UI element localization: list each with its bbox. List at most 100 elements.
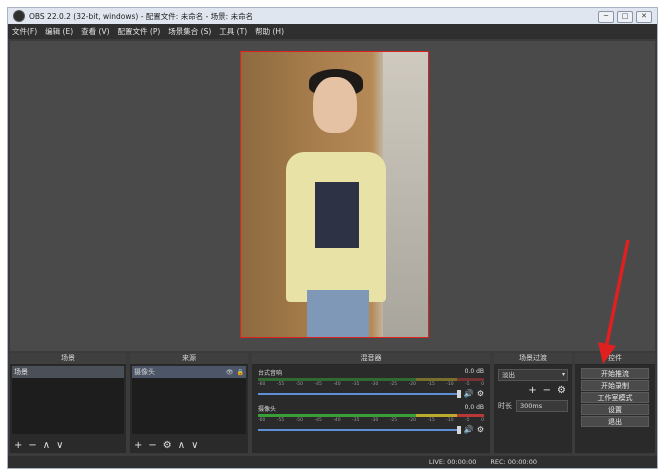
- source-item-label: 摄像头: [134, 368, 155, 376]
- docks-panel: 场景 场景 + − ∧ ∨ 来源 摄像头 👁 🔒 + − ⚙ ∧ ∨ 混音器 台…: [10, 353, 655, 453]
- add-scene-icon[interactable]: +: [14, 440, 22, 451]
- tick-label: -20: [408, 418, 416, 423]
- menu-tools[interactable]: 工具 (T): [219, 26, 247, 37]
- track-db: 0.0 dB: [464, 404, 484, 411]
- eye-icon[interactable]: 👁: [226, 369, 234, 376]
- menu-profile[interactable]: 配置文件 (P): [118, 26, 161, 37]
- tick-label: 0: [481, 382, 484, 387]
- slider-handle[interactable]: [456, 425, 461, 434]
- scenes-list[interactable]: 场景: [12, 366, 124, 434]
- tick-label: -30: [370, 382, 379, 387]
- volume-slider[interactable]: [258, 389, 461, 398]
- sources-header: 来源: [130, 353, 248, 365]
- tick-label: -25: [389, 382, 398, 387]
- maximize-button[interactable]: □: [617, 11, 633, 23]
- live-status: LIVE: 00:00:00: [428, 458, 477, 466]
- source-item[interactable]: 摄像头 👁 🔒: [132, 366, 246, 378]
- rec-status: REC: 00:00:00: [490, 458, 537, 466]
- tick-label: -40: [333, 418, 341, 423]
- arrow-head: [598, 342, 616, 364]
- move-down-icon[interactable]: ∨: [56, 440, 63, 451]
- duration-label: 时长: [498, 402, 512, 410]
- tick-label: -5: [465, 418, 470, 423]
- move-up-icon[interactable]: ∧: [178, 440, 185, 451]
- gear-icon[interactable]: ⚙: [557, 385, 566, 396]
- controls-dock: 控件 开始推流 开始录制 工作室模式 设置 退出: [575, 353, 655, 453]
- studio-mode-button[interactable]: 工作室模式: [581, 392, 649, 403]
- shirt-print: [315, 182, 359, 248]
- start-streaming-button[interactable]: 开始推流: [581, 368, 649, 379]
- tick-label: -10: [446, 418, 454, 423]
- menu-scene-collection[interactable]: 场景集合 (S): [168, 26, 211, 37]
- tick-label: -50: [295, 418, 304, 423]
- gear-icon[interactable]: ⚙: [477, 425, 484, 434]
- scene-item[interactable]: 场景: [12, 366, 124, 378]
- obs-logo-icon: [13, 10, 25, 22]
- menu-edit[interactable]: 编辑 (E): [45, 26, 73, 37]
- add-transition-icon[interactable]: +: [528, 385, 536, 396]
- tick-label: -40: [333, 382, 341, 387]
- slider-handle[interactable]: [456, 389, 461, 398]
- remove-source-icon[interactable]: −: [148, 440, 156, 451]
- tick-label: -5: [465, 382, 470, 387]
- speaker-icon[interactable]: 🔊: [464, 389, 474, 398]
- close-button[interactable]: ✕: [636, 11, 652, 23]
- add-source-icon[interactable]: +: [134, 440, 142, 451]
- scenes-dock: 场景 场景 + − ∧ ∨: [10, 353, 126, 453]
- preview-area[interactable]: [10, 41, 655, 351]
- person-head: [313, 77, 357, 133]
- mixer-dock: 混音器 台式音响 0.0 dB -60 -55 -50 -45 -40 -35: [252, 353, 490, 453]
- transitions-dock: 场景过渡 淡出 ▾ + − ⚙ 时长 300ms: [494, 353, 572, 453]
- tick-label: -50: [295, 382, 304, 387]
- scenes-toolbar: + − ∧ ∨: [14, 440, 63, 451]
- sources-dock: 来源 摄像头 👁 🔒 + − ⚙ ∧ ∨: [130, 353, 248, 453]
- arrow-shaft: [604, 239, 630, 349]
- status-bar: LIVE: 00:00:00 REC: 00:00:00: [8, 456, 657, 468]
- window-title: OBS 22.0.2 (32-bit, windows) - 配置文件: 未命名…: [29, 11, 254, 21]
- transition-select[interactable]: 淡出 ▾: [498, 369, 568, 381]
- mixer-tracks: 台式音响 0.0 dB -60 -55 -50 -45 -40 -35 -30 …: [254, 366, 488, 440]
- tick-label: -60: [258, 382, 266, 387]
- transition-selected-value: 淡出: [502, 371, 515, 379]
- tick-label: -15: [427, 418, 435, 423]
- mixer-track: 摄像头 0.0 dB -60 -55 -50 -45 -40 -35 -30 -…: [258, 404, 484, 434]
- minimize-button[interactable]: ─: [598, 11, 614, 23]
- tick-label: -45: [314, 418, 322, 423]
- source-settings-gear-icon[interactable]: ⚙: [163, 440, 172, 451]
- move-up-icon[interactable]: ∧: [43, 440, 50, 451]
- tick-label: -55: [276, 418, 285, 423]
- volume-slider[interactable]: [258, 425, 461, 434]
- tick-label: -35: [352, 418, 360, 423]
- menu-bar: 文件(F) 编辑 (E) 查看 (V) 配置文件 (P) 场景集合 (S) 工具…: [8, 24, 657, 39]
- lock-icon[interactable]: 🔒: [237, 369, 244, 376]
- sources-list[interactable]: 摄像头 👁 🔒: [132, 366, 246, 434]
- start-recording-button[interactable]: 开始录制: [581, 380, 649, 391]
- tick-label: -30: [370, 418, 379, 423]
- settings-button[interactable]: 设置: [581, 404, 649, 415]
- meter-scale: -60 -55 -50 -45 -40 -35 -30 -25 -20 -15 …: [258, 418, 484, 423]
- move-down-icon[interactable]: ∨: [191, 440, 198, 451]
- tick-label: -10: [446, 382, 454, 387]
- speaker-icon[interactable]: 🔊: [464, 425, 474, 434]
- tick-label: -35: [352, 382, 360, 387]
- tick-label: -45: [314, 382, 322, 387]
- gear-icon[interactable]: ⚙: [477, 389, 484, 398]
- scenes-header: 场景: [10, 353, 126, 365]
- meter-scale: -60 -55 -50 -45 -40 -35 -30 -25 -20 -15 …: [258, 382, 484, 387]
- obs-window: OBS 22.0.2 (32-bit, windows) - 配置文件: 未命名…: [7, 7, 658, 469]
- menu-file[interactable]: 文件(F): [12, 26, 37, 37]
- track-name: 台式音响: [258, 370, 283, 377]
- remove-scene-icon[interactable]: −: [28, 440, 36, 451]
- title-bar: OBS 22.0.2 (32-bit, windows) - 配置文件: 未命名…: [8, 8, 657, 24]
- duration-input[interactable]: 300ms: [516, 400, 568, 412]
- tick-label: -60: [258, 418, 266, 423]
- camera-source-preview[interactable]: [240, 51, 429, 338]
- window-controls: ─ □ ✕: [598, 11, 652, 23]
- exit-button[interactable]: 退出: [581, 416, 649, 427]
- tick-label: 0: [481, 418, 484, 423]
- menu-help[interactable]: 帮助 (H): [255, 26, 284, 37]
- tick-label: -20: [408, 382, 416, 387]
- remove-transition-icon[interactable]: −: [543, 385, 551, 396]
- mixer-track: 台式音响 0.0 dB -60 -55 -50 -45 -40 -35 -30 …: [258, 368, 484, 398]
- menu-view[interactable]: 查看 (V): [81, 26, 109, 37]
